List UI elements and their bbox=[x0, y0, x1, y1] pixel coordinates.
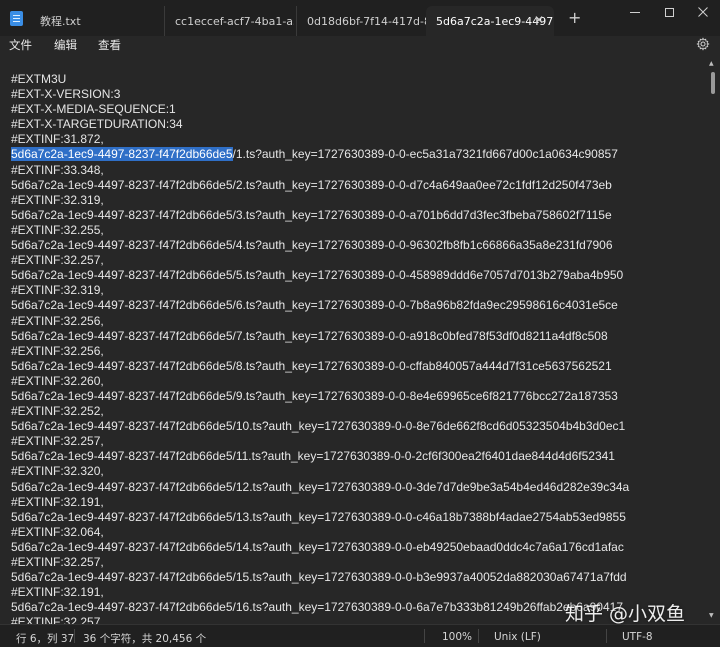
text-line[interactable]: 5d6a7c2a-1ec9-4497-8237-f47f2db66de5/7.t… bbox=[11, 329, 629, 344]
status-divider bbox=[424, 629, 425, 643]
close-window-button[interactable] bbox=[692, 4, 714, 20]
text-line[interactable]: #EXT-X-TARGETDURATION:34 bbox=[11, 117, 629, 132]
text-line[interactable]: 5d6a7c2a-1ec9-4497-8237-f47f2db66de5/13.… bbox=[11, 510, 629, 525]
text-line[interactable]: 5d6a7c2a-1ec9-4497-8237-f47f2db66de5/9.t… bbox=[11, 389, 629, 404]
text-line[interactable]: #EXT-X-VERSION:3 bbox=[11, 87, 629, 102]
text-line[interactable]: #EXTINF:32.255, bbox=[11, 223, 629, 238]
text-line[interactable]: #EXTINF:32.257, bbox=[11, 555, 629, 570]
tab-cc1eccef[interactable]: cc1eccef-acf7-4ba1-a57c-5 bbox=[164, 6, 294, 36]
tab-label: 教程.txt bbox=[40, 15, 81, 28]
settings-gear-icon[interactable] bbox=[696, 37, 710, 51]
zoom-level[interactable]: 100% bbox=[442, 631, 472, 643]
text-line[interactable]: 5d6a7c2a-1ec9-4497-8237-f47f2db66de5/8.t… bbox=[11, 359, 629, 374]
minimize-icon bbox=[630, 11, 640, 13]
notepad-app-icon bbox=[10, 11, 23, 26]
character-count: 36 个字符，共 20,456 个 bbox=[83, 633, 207, 645]
text-line[interactable]: #EXTINF:32.319, bbox=[11, 193, 629, 208]
maximize-icon bbox=[664, 7, 674, 17]
vertical-scrollbar[interactable] bbox=[709, 56, 717, 622]
scrollbar-thumb[interactable] bbox=[711, 72, 715, 94]
encoding[interactable]: UTF-8 bbox=[622, 631, 653, 643]
text-line[interactable]: 5d6a7c2a-1ec9-4497-8237-f47f2db66de5/6.t… bbox=[11, 298, 629, 313]
tab-label: cc1eccef-acf7-4ba1-a57c-5 bbox=[175, 14, 294, 28]
tab-5d6a7c2a-active[interactable]: 5d6a7c2a-1ec9-4497 ✕ bbox=[426, 6, 554, 36]
text-line[interactable]: 5d6a7c2a-1ec9-4497-8237-f47f2db66de5/11.… bbox=[11, 449, 629, 464]
text-line[interactable]: #EXTINF:33.348, bbox=[11, 163, 629, 178]
text-line[interactable]: 5d6a7c2a-1ec9-4497-8237-f47f2db66de5/15.… bbox=[11, 570, 629, 585]
text-line[interactable]: #EXTINF:32.257, bbox=[11, 615, 629, 624]
text-line[interactable]: 5d6a7c2a-1ec9-4497-8237-f47f2db66de5/1.t… bbox=[11, 147, 629, 162]
scroll-down-icon[interactable]: ▼ bbox=[709, 612, 714, 619]
text-line[interactable]: #EXTM3U bbox=[11, 72, 629, 87]
text-line[interactable]: #EXTINF:32.256, bbox=[11, 344, 629, 359]
maximize-button[interactable] bbox=[658, 4, 680, 20]
text-line[interactable]: #EXTINF:32.191, bbox=[11, 585, 629, 600]
zhihu-watermark: 知乎 @小双鱼 bbox=[565, 603, 686, 625]
line-ending[interactable]: Unix (LF) bbox=[494, 631, 541, 643]
text-line[interactable]: #EXTINF:32.064, bbox=[11, 525, 629, 540]
tab-tutorial-txt[interactable]: 教程.txt bbox=[30, 6, 162, 36]
status-divider bbox=[606, 629, 607, 643]
selected-text[interactable]: 5d6a7c2a-1ec9-4497-8237-f47f2db66de5 bbox=[11, 147, 233, 162]
text-line[interactable]: #EXTINF:32.191, bbox=[11, 495, 629, 510]
menu-file[interactable]: 文件 bbox=[9, 37, 32, 53]
minimize-button[interactable] bbox=[624, 4, 646, 20]
status-divider bbox=[74, 629, 75, 643]
new-tab-icon[interactable]: + bbox=[568, 10, 581, 26]
status-bar: 行 6，列 37 36 个字符，共 20,456 个 100% Unix (LF… bbox=[0, 624, 720, 647]
editor-text[interactable]: #EXTM3U #EXT-X-VERSION:3 #EXT-X-MEDIA-SEQU… bbox=[11, 72, 629, 624]
menu-view[interactable]: 查看 bbox=[98, 37, 121, 53]
text-line[interactable]: #EXTINF:32.260, bbox=[11, 374, 629, 389]
cursor-position[interactable]: 行 6，列 37 bbox=[16, 631, 74, 646]
text-line[interactable]: #EXTINF:32.256, bbox=[11, 314, 629, 329]
text-line[interactable]: #EXTINF:32.320, bbox=[11, 464, 629, 479]
scroll-up-icon[interactable]: ▲ bbox=[709, 60, 714, 67]
title-bar: 教程.txt cc1eccef-acf7-4ba1-a57c-5 0d18d6b… bbox=[0, 0, 720, 36]
text-line[interactable]: #EXTINF:32.257, bbox=[11, 434, 629, 449]
menu-bar: 文件 编辑 查看 bbox=[0, 36, 720, 56]
text-editor-area[interactable]: #EXTM3U #EXT-X-VERSION:3 #EXT-X-MEDIA-SEQU… bbox=[0, 56, 720, 624]
text-line[interactable]: #EXTINF:31.872, bbox=[11, 132, 629, 147]
tab-label: 0d18d6bf-7f14-417d-8127-1 bbox=[307, 14, 426, 28]
text-line[interactable]: #EXTINF:32.319, bbox=[11, 283, 629, 298]
tab-0d18d6bf[interactable]: 0d18d6bf-7f14-417d-8127-1 bbox=[296, 6, 426, 36]
text-line[interactable]: 5d6a7c2a-1ec9-4497-8237-f47f2db66de5/4.t… bbox=[11, 238, 629, 253]
text-line[interactable]: 5d6a7c2a-1ec9-4497-8237-f47f2db66de5/16.… bbox=[11, 600, 629, 615]
close-tab-icon[interactable]: ✕ bbox=[534, 14, 544, 26]
text-line[interactable]: 5d6a7c2a-1ec9-4497-8237-f47f2db66de5/10.… bbox=[11, 419, 629, 434]
text-line[interactable]: 5d6a7c2a-1ec9-4497-8237-f47f2db66de5/12.… bbox=[11, 480, 629, 495]
text-line[interactable]: 5d6a7c2a-1ec9-4497-8237-f47f2db66de5/2.t… bbox=[11, 178, 629, 193]
text-line[interactable]: 5d6a7c2a-1ec9-4497-8237-f47f2db66de5/3.t… bbox=[11, 208, 629, 223]
text-line[interactable]: #EXTINF:32.252, bbox=[11, 404, 629, 419]
line-text: /1.ts?auth_key=1727630389-0-0-ec5a31a732… bbox=[232, 147, 618, 162]
menu-edit[interactable]: 编辑 bbox=[54, 37, 77, 53]
text-line[interactable]: #EXT-X-MEDIA-SEQUENCE:1 bbox=[11, 102, 629, 117]
text-line[interactable]: 5d6a7c2a-1ec9-4497-8237-f47f2db66de5/5.t… bbox=[11, 268, 629, 283]
close-icon bbox=[698, 7, 708, 17]
text-line[interactable]: #EXTINF:32.257, bbox=[11, 253, 629, 268]
status-divider bbox=[478, 629, 479, 643]
text-line[interactable]: 5d6a7c2a-1ec9-4497-8237-f47f2db66de5/14.… bbox=[11, 540, 629, 555]
